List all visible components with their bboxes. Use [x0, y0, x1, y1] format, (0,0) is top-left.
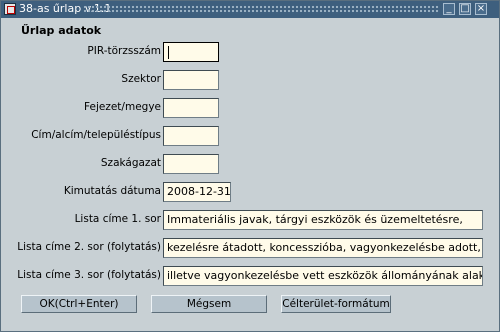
text-caret	[168, 45, 169, 59]
szakagazat-field[interactable]	[163, 154, 219, 174]
title-bar[interactable]: 38-as űrlap v.1.1 _ □ ×	[1, 1, 499, 18]
title-bar-pattern	[83, 5, 439, 14]
szektor-field[interactable]	[163, 70, 219, 90]
minimize-icon[interactable]: _	[443, 3, 455, 15]
pir-torzsszam-field[interactable]	[163, 42, 219, 62]
lista-cime-1-field[interactable]: Immateriális javak, tárgyi eszközök és ü…	[163, 210, 483, 230]
label-pir-torzsszam: PIR-törzsszám	[87, 45, 161, 57]
label-lista-cime-3: Lista címe 3. sor (folytatás)	[17, 269, 161, 281]
fejezet-megye-field[interactable]	[163, 98, 219, 118]
label-szektor: Szektor	[121, 73, 161, 85]
target-format-button[interactable]: Célterület-formátum	[281, 295, 391, 313]
label-kimutatas-datuma: Kimutatás dátuma	[63, 185, 161, 197]
form-window: 38-as űrlap v.1.1 _ □ × Űrlap adatok PIR…	[0, 0, 500, 332]
label-lista-cime-2: Lista címe 2. sor (folytatás)	[17, 241, 161, 253]
cim-alcim-field[interactable]	[163, 126, 219, 146]
lista-cime-3-field[interactable]: illetve vagyonkezelésbe vett eszközök ál…	[163, 266, 483, 286]
label-szakagazat: Szakágazat	[100, 157, 161, 169]
kimutatas-datuma-field[interactable]: 2008-12-31	[163, 182, 231, 202]
lista-cime-2-field[interactable]: kezelésre átadott, koncesszióba, vagyonk…	[163, 238, 483, 258]
label-lista-cime-1: Lista címe 1. sor	[74, 213, 161, 225]
label-fejezet-megye: Fejezet/megye	[84, 101, 161, 113]
ok-button[interactable]: OK(Ctrl+Enter)	[21, 295, 137, 313]
maximize-icon[interactable]: □	[459, 3, 471, 15]
cancel-button[interactable]: Mégsem	[151, 295, 267, 313]
section-title: Űrlap adatok	[21, 24, 102, 37]
label-cim-alcim: Cím/alcím/településtípus	[31, 129, 161, 141]
app-icon	[4, 3, 16, 15]
form-body: Űrlap adatok PIR-törzsszám Szektor Fejez…	[5, 19, 495, 329]
close-icon[interactable]: ×	[475, 3, 487, 15]
